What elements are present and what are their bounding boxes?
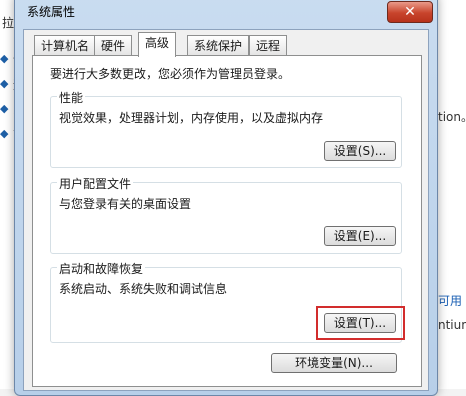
background-item-icon: ◆ (0, 77, 9, 90)
system-properties-dialog: 系统属性 ✕ 计算机名 硬件 高级 系统保护 远程 要进行大多数更改，您必须作为… (14, 0, 438, 396)
admin-note: 要进行大多数更改，您必须作为管理员登录。 (50, 67, 291, 81)
background-item-icon: ◆ (0, 52, 9, 65)
background-item-icon: ◆ (0, 102, 9, 115)
performance-description: 视觉效果，处理器计划，内存使用，以及虚拟内存 (59, 111, 324, 125)
tab-advanced[interactable]: 高级 (138, 32, 177, 57)
highlight-box (316, 306, 405, 340)
background-window-right: tion。 可用 ntium (436, 0, 466, 389)
user-profiles-description: 与您登录有关的桌面设置 (59, 197, 192, 211)
background-text: tion。 (438, 110, 466, 124)
background-link[interactable]: 可用 (438, 292, 462, 309)
background-text: ntium (438, 318, 466, 332)
startup-recovery-description: 系统启动、系统失败和调试信息 (59, 282, 228, 296)
environment-variables-button[interactable]: 环境变量(N)... (271, 353, 397, 373)
background-item-icon: ◆ (0, 127, 9, 140)
performance-group: 性能 视觉效果，处理器计划，内存使用，以及虚拟内存 设置(S)... (50, 89, 402, 168)
performance-label: 性能 (57, 89, 86, 106)
tab-hardware[interactable]: 硬件 (94, 35, 133, 56)
background-text: 拉 (2, 16, 15, 30)
tab-computer-name[interactable]: 计算机名 (34, 35, 97, 56)
performance-settings-button[interactable]: 设置(S)... (324, 141, 396, 161)
tab-remote[interactable]: 远程 (249, 35, 288, 56)
user-profiles-settings-button[interactable]: 设置(E)... (324, 226, 396, 246)
dialog-client-area: 计算机名 硬件 高级 系统保护 远程 要进行大多数更改，您必须作为管理员登录。 … (23, 29, 429, 391)
title-bar[interactable]: 系统属性 ✕ (15, 0, 437, 25)
startup-recovery-label: 启动和故障恢复 (57, 260, 146, 277)
user-profiles-group: 用户配置文件 与您登录有关的桌面设置 设置(E)... (50, 175, 402, 254)
advanced-tab-panel: 要进行大多数更改，您必须作为管理员登录。 性能 视觉效果，处理器计划，内存使用，… (32, 55, 422, 387)
close-button[interactable]: ✕ (387, 1, 433, 23)
startup-recovery-group: 启动和故障恢复 系统启动、系统失败和调试信息 设置(T)... (50, 260, 405, 343)
tab-system-protection[interactable]: 系统保护 (187, 35, 250, 56)
window-title: 系统属性 (27, 5, 76, 19)
user-profiles-label: 用户配置文件 (57, 175, 134, 192)
